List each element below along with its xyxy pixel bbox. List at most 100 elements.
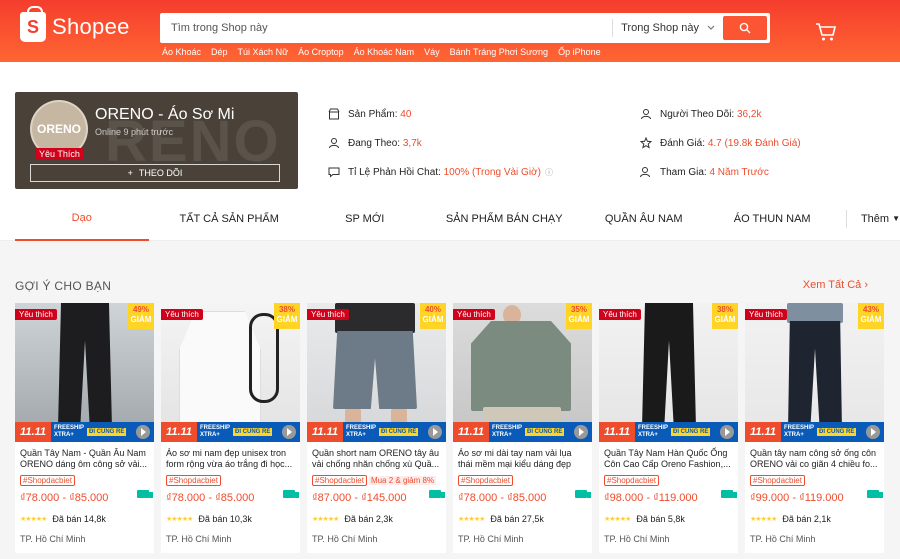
discount-label: GIẢM <box>422 315 444 324</box>
stat-joined: Tham Gia: 4 Năm Trước <box>640 166 769 178</box>
keyword-link[interactable]: Túi Xách Nữ <box>238 47 289 57</box>
product-image[interactable]: Yêu thích 35% GIẢM 11.11 FREESHIP XTRA+ ĐI… <box>453 303 592 442</box>
discount-badge: 35% GIẢM <box>566 303 592 329</box>
favorite-badge: Yêu thích <box>745 309 787 320</box>
keyword-link[interactable]: Ốp iPhone <box>558 47 601 57</box>
product-image[interactable]: Yêu thích 43% GIẢM 11.11 FREESHIP XTRA+ ĐI… <box>745 303 884 442</box>
product-sold-row: ★★★★★ Đã bán 5,8k <box>599 504 738 524</box>
discount-badge: 43% GIẢM <box>858 303 884 329</box>
product-name[interactable]: Áo sơ mi dài tay nam vải lụa thái mềm mạ… <box>453 443 592 470</box>
promo-freeship: FREESHIP XTRA+ <box>51 425 87 439</box>
rating-stars-icon: ★★★★★ <box>458 516 485 523</box>
tab-best-sellers[interactable]: SẢN PHẨM BÁN CHẠY <box>420 197 589 241</box>
product-name[interactable]: Quần Tây Nam Hàn Quốc Ống Côn Cao Cấp Or… <box>599 443 738 470</box>
cart-icon[interactable] <box>815 22 837 47</box>
promo-freeship-text: FREESHIP <box>346 425 377 431</box>
keyword-link[interactable]: Dép <box>211 47 228 57</box>
promo-1111: 11.11 <box>453 422 489 442</box>
product-sold: Đã bán 10,3k <box>198 514 252 524</box>
discount-value: 43% <box>862 305 879 314</box>
promo-freeship: FREESHIP XTRA+ <box>489 425 525 439</box>
product-card[interactable]: Yêu thích 35% GIẢM 11.11 FREESHIP XTRA+ ĐI… <box>453 303 592 553</box>
followers-icon <box>641 109 651 120</box>
search-input[interactable] <box>163 22 613 34</box>
follow-button[interactable]: + THEO DÕI <box>30 164 280 182</box>
promo-1111: 11.11 <box>307 422 343 442</box>
product-card[interactable]: Yêu thích 38% GIẢM 11.11 FREESHIP XTRA+ ĐI… <box>599 303 738 553</box>
tab-dao[interactable]: Dạo <box>15 197 149 241</box>
product-name[interactable]: Quần Tây Nam - Quần Âu Nam ORENO dáng ôm… <box>15 443 154 470</box>
stat-following-label: Đang Theo: <box>348 137 401 149</box>
discount-label: GIẢM <box>714 315 736 324</box>
product-location: TP. Hồ Chí Minh <box>458 534 524 544</box>
search-bar: Trong Shop này <box>160 13 770 43</box>
product-card[interactable]: Yêu thích 43% GIẢM 11.11 FREESHIP XTRA+ ĐI… <box>745 303 884 553</box>
promo-1111: 11.11 <box>161 422 197 442</box>
favorite-badge: Yêu thích <box>15 309 57 320</box>
tab-quan-au-nam[interactable]: QUẦN ÂU NAM <box>589 197 699 241</box>
play-video-icon[interactable] <box>720 425 734 439</box>
discount-badge: 49% GIẢM <box>128 303 154 329</box>
see-all-link[interactable]: Xem Tất Cả › <box>803 279 868 291</box>
tab-new-products[interactable]: SP MỚI <box>310 197 420 241</box>
product-price: ₫78.000 - ₫85.000 <box>20 492 109 504</box>
product-name[interactable]: Quần tây nam công sở ống côn ORENO vải c… <box>745 443 884 470</box>
product-name[interactable]: Áo sơ mi nam đẹp unisex tron form rộng v… <box>161 443 300 470</box>
product-image[interactable]: Yêu thích 49% GIẢM 11.11 FREESHIP XTRA+ ĐI… <box>15 303 154 442</box>
product-sold-row: ★★★★★ Đã bán 2,3k <box>307 504 446 524</box>
discount-label: GIẢM <box>130 315 152 324</box>
free-shipping-icon <box>867 490 883 498</box>
promo-xtra-text: XTRA+ <box>784 432 804 438</box>
keyword-link[interactable]: Váy <box>424 47 440 57</box>
tab-ao-thun-nam[interactable]: ÁO THUN NAM <box>698 197 845 241</box>
product-image[interactable]: Yêu thích 38% GIẢM 11.11 FREESHIP XTRA+ ĐI… <box>599 303 738 442</box>
promo-xtra-text: XTRA+ <box>54 432 74 438</box>
product-image[interactable]: Yêu thích 38% GIẢM 11.11 FREESHIP XTRA+ ĐI… <box>161 303 300 442</box>
discount-badge: 38% GIẢM <box>712 303 738 329</box>
discount-badge: 40% GIẢM <box>420 303 446 329</box>
plus-icon: + <box>127 168 133 178</box>
search-button[interactable] <box>723 16 767 40</box>
info-icon[interactable]: ⓘ <box>545 167 553 178</box>
product-name[interactable]: Quần short nam ORENO tây âu vải chống nh… <box>307 443 446 470</box>
keyword-link[interactable]: Áo Khoác <box>162 47 201 57</box>
product-sold-row: ★★★★★ Đã bán 2,1k <box>745 504 884 524</box>
product-tag: #Shopdacbiet <box>604 475 659 486</box>
rating-stars-icon: ★★★★★ <box>604 516 631 523</box>
favorite-badge: Yêu thích <box>161 309 203 320</box>
product-card[interactable]: Yêu thích 38% GIẢM 11.11 FREESHIP XTRA+ ĐI… <box>161 303 300 553</box>
tab-more-dropdown[interactable]: Thêm ▼ <box>845 209 900 228</box>
chevron-right-icon: › <box>864 279 868 291</box>
stat-following-value: 3,7k <box>402 137 422 149</box>
keyword-link[interactable]: Bánh Tráng Phơi Sương <box>450 47 548 57</box>
discount-badge: 38% GIẢM <box>274 303 300 329</box>
promo-dicung: ĐI CÙNG RẺ <box>379 428 419 436</box>
product-price: ₫78.000 - ₫85.000 <box>458 492 547 504</box>
product-card[interactable]: Yêu thích 40% GIẢM 11.11 FREESHIP XTRA+ ĐI… <box>307 303 446 553</box>
play-video-icon[interactable] <box>866 425 880 439</box>
product-promo-tag: Mua 2 & giảm 8% <box>368 476 437 485</box>
product-tag: #Shopdacbiet <box>20 475 75 486</box>
keyword-link[interactable]: Áo Khoác Nam <box>354 47 415 57</box>
promo-xtra-text: XTRA+ <box>200 432 220 438</box>
product-sold: Đã bán 2,3k <box>344 514 393 524</box>
play-video-icon[interactable] <box>136 425 150 439</box>
play-video-icon[interactable] <box>574 425 588 439</box>
product-sold-row: ★★★★★ Đã bán 10,3k <box>161 504 300 524</box>
product-card[interactable]: Yêu thích 49% GIẢM 11.11 FREESHIP XTRA+ ĐI… <box>15 303 154 553</box>
rating-stars-icon: ★★★★★ <box>312 516 339 523</box>
play-video-icon[interactable] <box>282 425 296 439</box>
free-shipping-icon <box>429 490 445 498</box>
shopee-logo[interactable]: S Shopee <box>20 6 130 42</box>
tab-all-products[interactable]: TẤT CẢ SẢN PHẨM <box>149 197 310 241</box>
search-scope-select[interactable]: Trong Shop này <box>612 19 723 37</box>
keyword-link[interactable]: Áo Croptop <box>298 47 344 57</box>
product-location: TP. Hồ Chí Minh <box>20 534 86 544</box>
favorite-badge: Yêu thích <box>307 309 349 320</box>
play-video-icon[interactable] <box>428 425 442 439</box>
stat-products-label: Sản Phẩm: <box>348 108 398 120</box>
product-image[interactable]: Yêu thích 40% GIẢM 11.11 FREESHIP XTRA+ ĐI… <box>307 303 446 442</box>
promo-xtra-text: XTRA+ <box>492 432 512 438</box>
favorite-badge: Yêu thích <box>453 309 495 320</box>
product-sold-row: ★★★★★ Đã bán 27,5k <box>453 504 592 524</box>
